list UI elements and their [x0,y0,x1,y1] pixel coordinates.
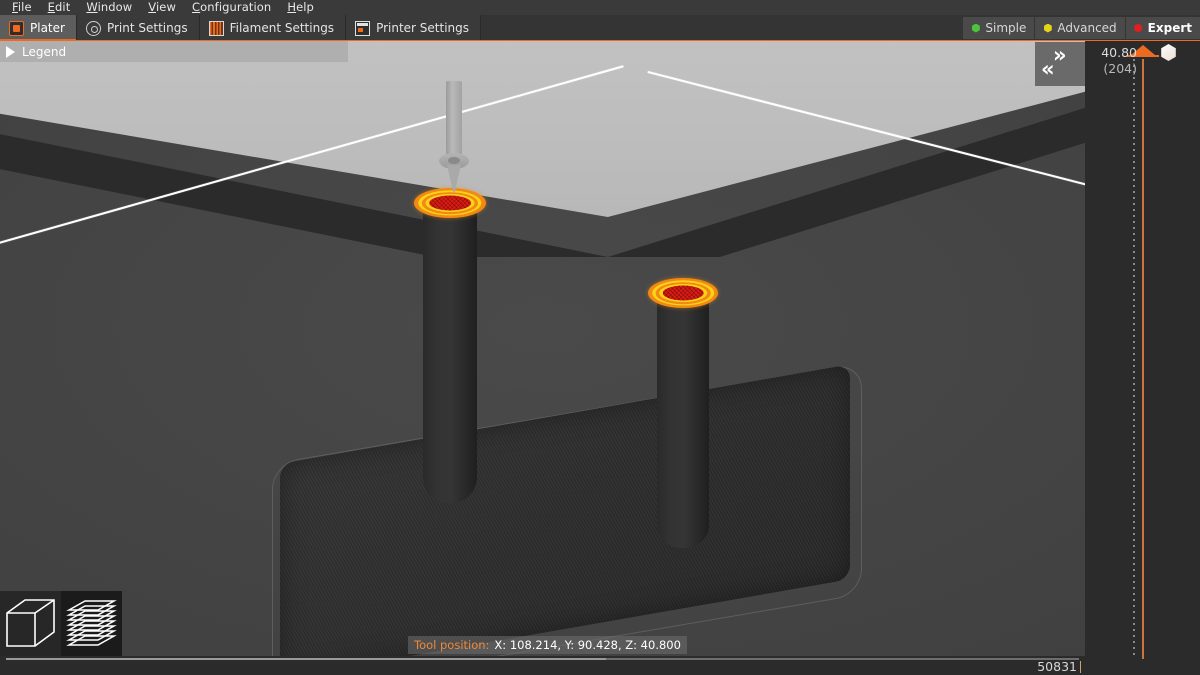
menu-window-mnemonic: W [86,0,97,14]
tower-left [423,203,477,503]
base-plate-top [280,364,850,675]
tab-print-settings[interactable]: Print Settings [77,15,200,41]
chevron-right-icon: » [1053,45,1067,66]
menu-help-rest: elp [296,0,314,14]
nozzle-tip [447,165,461,195]
move-slider-value: 50831 [1037,659,1077,674]
mode-simple[interactable]: Simple [962,17,1034,39]
menu-configuration[interactable]: Configuration [184,0,279,15]
menu-view[interactable]: View [140,0,184,15]
printer-icon [355,21,370,36]
move-slider-caret [1080,661,1082,673]
menu-configuration-rest: onfiguration [200,0,271,14]
layer-slider-rail[interactable] [1142,59,1144,659]
tower-right-shaft [657,293,709,548]
layer-slider-current-layer: (204) [1091,61,1137,77]
plater-icon [9,21,24,36]
tab-print-settings-label: Print Settings [107,21,188,35]
tab-printer-settings[interactable]: Printer Settings [346,15,481,41]
tower-right-top-layer [648,278,718,308]
menu-view-rest: iew [156,0,176,14]
tower-left-shaft [423,203,477,503]
infill-region [663,286,704,301]
mode-expert[interactable]: Expert [1125,17,1200,39]
layer-slider-ticks [1133,59,1135,659]
mode-expert-label: Expert [1148,21,1192,35]
layer-slider[interactable]: 40.80 (204) [1085,41,1200,675]
tab-filament-settings-label: Filament Settings [230,21,334,35]
filament-icon [209,21,224,36]
tool-position-value: X: 108.214, Y: 90.428, Z: 40.800 [494,638,681,652]
menu-edit-mnemonic: E [48,0,55,14]
chevron-left-icon: « [1041,59,1055,80]
nozzle-barrel [446,81,462,161]
menu-file-rest: ile [18,0,32,14]
tab-plater[interactable]: Plater [0,15,77,41]
menu-edit-rest: dit [55,0,70,14]
layer-slider-current-height: 40.80 [1091,45,1137,61]
extruder-nozzle [439,81,469,201]
collapse-sidebar-button[interactable]: » « [1035,42,1085,86]
tower-right [657,293,709,548]
menu-help-mnemonic: H [287,0,296,14]
gcode-move-slider[interactable]: 50831 [0,656,1085,675]
slicer-window: File Edit Window View Configuration Help… [0,0,1200,675]
menu-configuration-mnemonic: C [192,0,200,14]
move-slider-fill [6,658,606,660]
legend-label: Legend [22,45,66,59]
triangle-right-icon [6,46,15,58]
menu-window-rest: indow [98,0,133,14]
menu-help[interactable]: Help [279,0,322,15]
menu-edit[interactable]: Edit [40,0,79,15]
mode-simple-label: Simple [985,21,1026,35]
menu-view-mnemonic: V [148,0,156,14]
print-settings-icon [86,21,101,36]
tool-position-key: Tool position: [414,638,489,652]
expert-mode-dot-icon [1134,24,1143,33]
simple-mode-dot-icon [971,24,980,33]
view-type-toolbar [0,591,123,656]
solid-model-view-icon[interactable] [0,591,61,656]
mode-selector: Simple Advanced Expert [962,17,1200,39]
tab-printer-settings-label: Printer Settings [376,21,469,35]
mode-advanced-label: Advanced [1057,21,1116,35]
stacked-layers-icon [65,597,118,650]
menu-window[interactable]: Window [78,0,140,15]
tool-position-readout: Tool position: X: 108.214, Y: 90.428, Z:… [408,636,687,654]
tab-plater-label: Plater [30,21,65,35]
cube-icon [4,597,57,650]
legend-panel[interactable]: Legend [0,41,348,62]
3d-viewport[interactable] [0,41,1085,675]
mode-advanced[interactable]: Advanced [1034,17,1124,39]
tab-filament-settings[interactable]: Filament Settings [200,15,346,41]
printed-object [0,41,1085,675]
menu-file[interactable]: File [4,0,40,15]
menu-bar: File Edit Window View Configuration Help [0,0,1200,15]
advanced-mode-dot-icon [1043,24,1052,33]
layers-preview-view-icon[interactable] [61,591,122,656]
